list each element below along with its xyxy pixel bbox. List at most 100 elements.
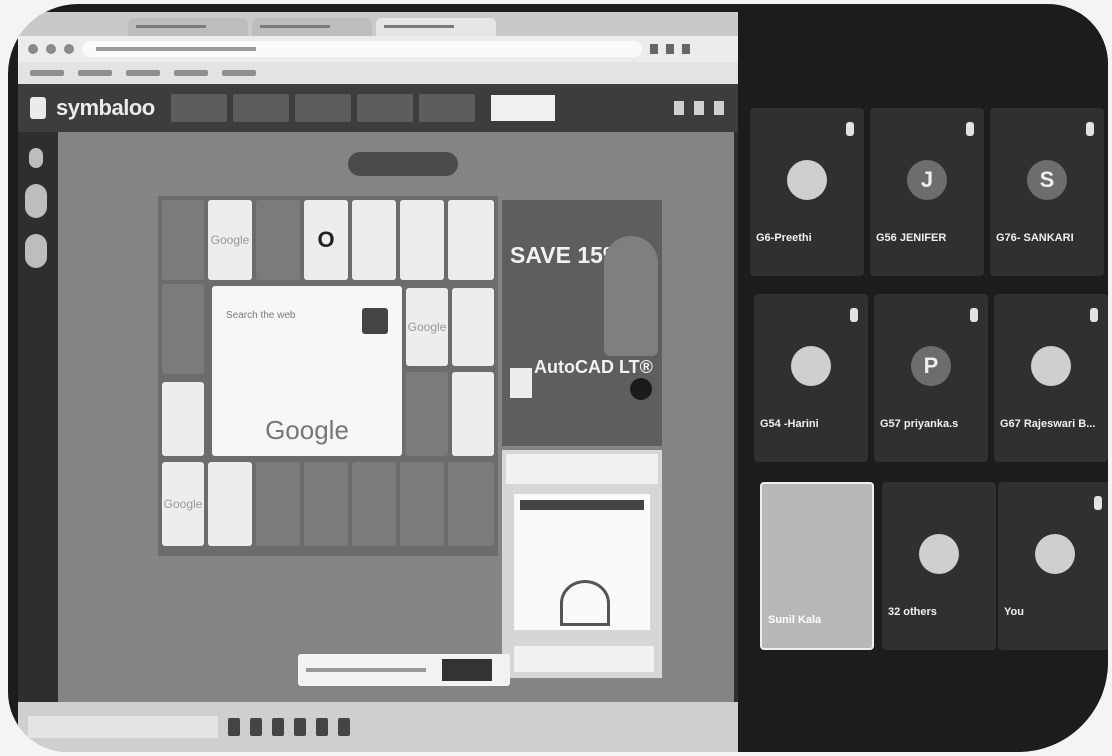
tile-google[interactable]: Google — [406, 288, 448, 366]
sidebar-item[interactable] — [25, 184, 47, 218]
browser-tab[interactable] — [128, 18, 248, 36]
participant-name: Sunil Kala — [768, 614, 822, 626]
participant-name: 32 others — [888, 606, 937, 618]
bookmark-item[interactable] — [78, 70, 112, 76]
symbaloo-topbar: symbaloo — [18, 84, 738, 132]
participant-name: You — [1004, 606, 1024, 618]
webmix-canvas: Google O Search the web Google Google Go… — [58, 132, 734, 702]
bookmark-item[interactable] — [222, 70, 256, 76]
reload-icon[interactable] — [64, 44, 74, 54]
tile-empty[interactable] — [448, 462, 494, 546]
taskbar-app-icon[interactable] — [228, 718, 240, 736]
tile[interactable] — [452, 288, 494, 366]
ad-product: AutoCAD LT® — [534, 357, 653, 377]
autocad-ad[interactable]: SAVE 15% AutoCAD LT® — [502, 200, 662, 446]
share-icon[interactable] — [694, 101, 704, 115]
url-field[interactable] — [82, 41, 642, 57]
taskbar-app-icon[interactable] — [294, 718, 306, 736]
ad-document-image — [514, 494, 650, 630]
mic-muted-icon — [970, 308, 978, 322]
bookmarks-bar — [18, 62, 738, 84]
bookmark-item[interactable] — [174, 70, 208, 76]
webmix-tab[interactable] — [232, 94, 289, 122]
participant-tile[interactable]: G54 -Harini — [754, 294, 868, 462]
participant-tile[interactable]: J G56 JENIFER — [870, 108, 984, 276]
user-icon[interactable] — [714, 101, 724, 115]
webmix-tab[interactable] — [170, 94, 227, 122]
mic-muted-icon — [1090, 308, 1098, 322]
participant-name: G67 Rajeswari B... — [1000, 418, 1096, 430]
tile[interactable] — [162, 382, 204, 456]
view-toggle[interactable] — [348, 152, 458, 176]
mic-muted-icon — [846, 122, 854, 136]
tile-google[interactable]: Google — [208, 200, 252, 280]
participant-avatar — [787, 160, 827, 200]
browser-tab-active[interactable] — [376, 18, 496, 36]
participant-avatar: J — [907, 160, 947, 200]
participant-tile[interactable]: G6-Preethi — [750, 108, 864, 276]
symbaloo-sidebar — [18, 132, 54, 702]
tile-empty[interactable] — [352, 462, 396, 546]
ad-person-image — [604, 236, 658, 356]
webmix-tab[interactable] — [356, 94, 413, 122]
participant-tile[interactable]: G67 Rajeswari B... — [994, 294, 1108, 462]
tile[interactable] — [162, 200, 204, 280]
tile[interactable] — [208, 462, 252, 546]
participant-name: G57 priyanka.s — [880, 418, 959, 430]
banner-button[interactable] — [442, 659, 492, 681]
participant-avatar — [1035, 534, 1075, 574]
browser-tab[interactable] — [252, 18, 372, 36]
ad-strip — [506, 454, 658, 484]
participant-avatar: P — [911, 346, 951, 386]
participant-name: G56 JENIFER — [876, 232, 947, 244]
back-icon[interactable] — [28, 44, 38, 54]
google-search-button[interactable] — [362, 308, 388, 334]
participant-name: G76- SANKARI — [996, 232, 1074, 244]
participant-tile-others[interactable]: 32 others — [882, 482, 996, 650]
tile[interactable] — [448, 200, 494, 280]
extension-icon[interactable] — [650, 44, 658, 54]
mic-muted-icon — [850, 308, 858, 322]
monitor-photo: symbaloo Google O Search the web Google … — [8, 4, 1108, 752]
tile[interactable] — [162, 284, 204, 374]
participant-tile[interactable]: S G76- SANKARI — [990, 108, 1104, 276]
taskbar-search[interactable] — [28, 716, 218, 738]
ad-play-icon[interactable] — [630, 378, 652, 400]
tile-empty[interactable] — [400, 462, 444, 546]
taskbar-app-icon[interactable] — [338, 718, 350, 736]
notice-banner — [298, 654, 510, 686]
participant-name: G54 -Harini — [760, 418, 819, 430]
webmix-tab[interactable] — [294, 94, 351, 122]
sidebar-item[interactable] — [29, 148, 43, 168]
menu-icon[interactable] — [682, 44, 690, 54]
symbaloo-logo[interactable]: symbaloo — [56, 95, 155, 121]
extension-icon[interactable] — [666, 44, 674, 54]
participant-video-tile[interactable]: Sunil Kala — [760, 482, 874, 650]
participant-tile[interactable]: P G57 priyanka.s — [874, 294, 988, 462]
taskbar-app-icon[interactable] — [250, 718, 262, 736]
tile-empty[interactable] — [256, 462, 300, 546]
tile-outlook[interactable]: O — [304, 200, 348, 280]
sidebar-item[interactable] — [25, 234, 47, 268]
secondary-ad[interactable] — [502, 450, 662, 678]
webmix-tab[interactable] — [418, 94, 475, 122]
tile[interactable] — [452, 372, 494, 456]
tile[interactable] — [352, 200, 396, 280]
address-bar — [18, 36, 738, 62]
bookmark-item[interactable] — [30, 70, 64, 76]
tile[interactable] — [256, 200, 300, 280]
google-search-widget[interactable]: Search the web Google — [212, 286, 402, 456]
tile-empty[interactable] — [304, 462, 348, 546]
ad-footer — [514, 646, 654, 672]
forward-icon[interactable] — [46, 44, 56, 54]
bookmark-item[interactable] — [126, 70, 160, 76]
taskbar-app-icon[interactable] — [316, 718, 328, 736]
tile[interactable] — [406, 372, 448, 456]
settings-icon[interactable] — [674, 101, 684, 115]
symbaloo-app: symbaloo Google O Search the web Google … — [18, 84, 738, 702]
participant-tile-self[interactable]: You — [998, 482, 1108, 650]
tile-google[interactable]: Google — [162, 462, 204, 546]
taskbar-app-icon[interactable] — [272, 718, 284, 736]
tile[interactable] — [400, 200, 444, 280]
search-input[interactable] — [490, 95, 555, 121]
